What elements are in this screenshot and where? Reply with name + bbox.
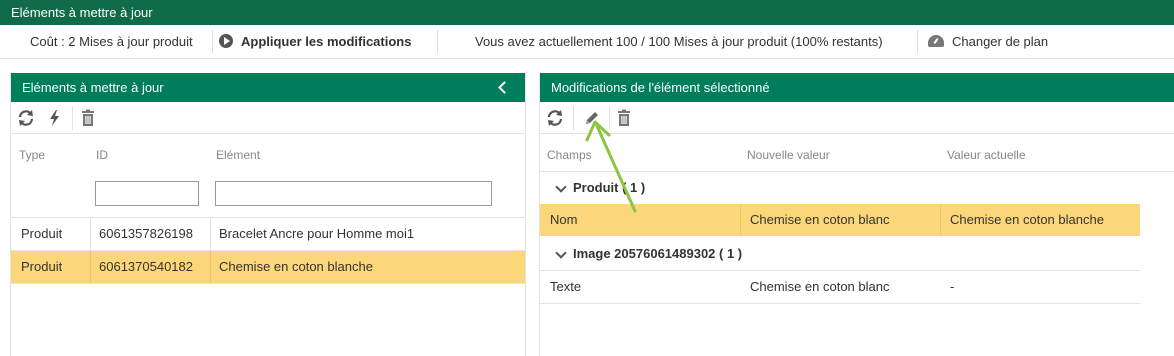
- annotation-arrow: [585, 120, 637, 213]
